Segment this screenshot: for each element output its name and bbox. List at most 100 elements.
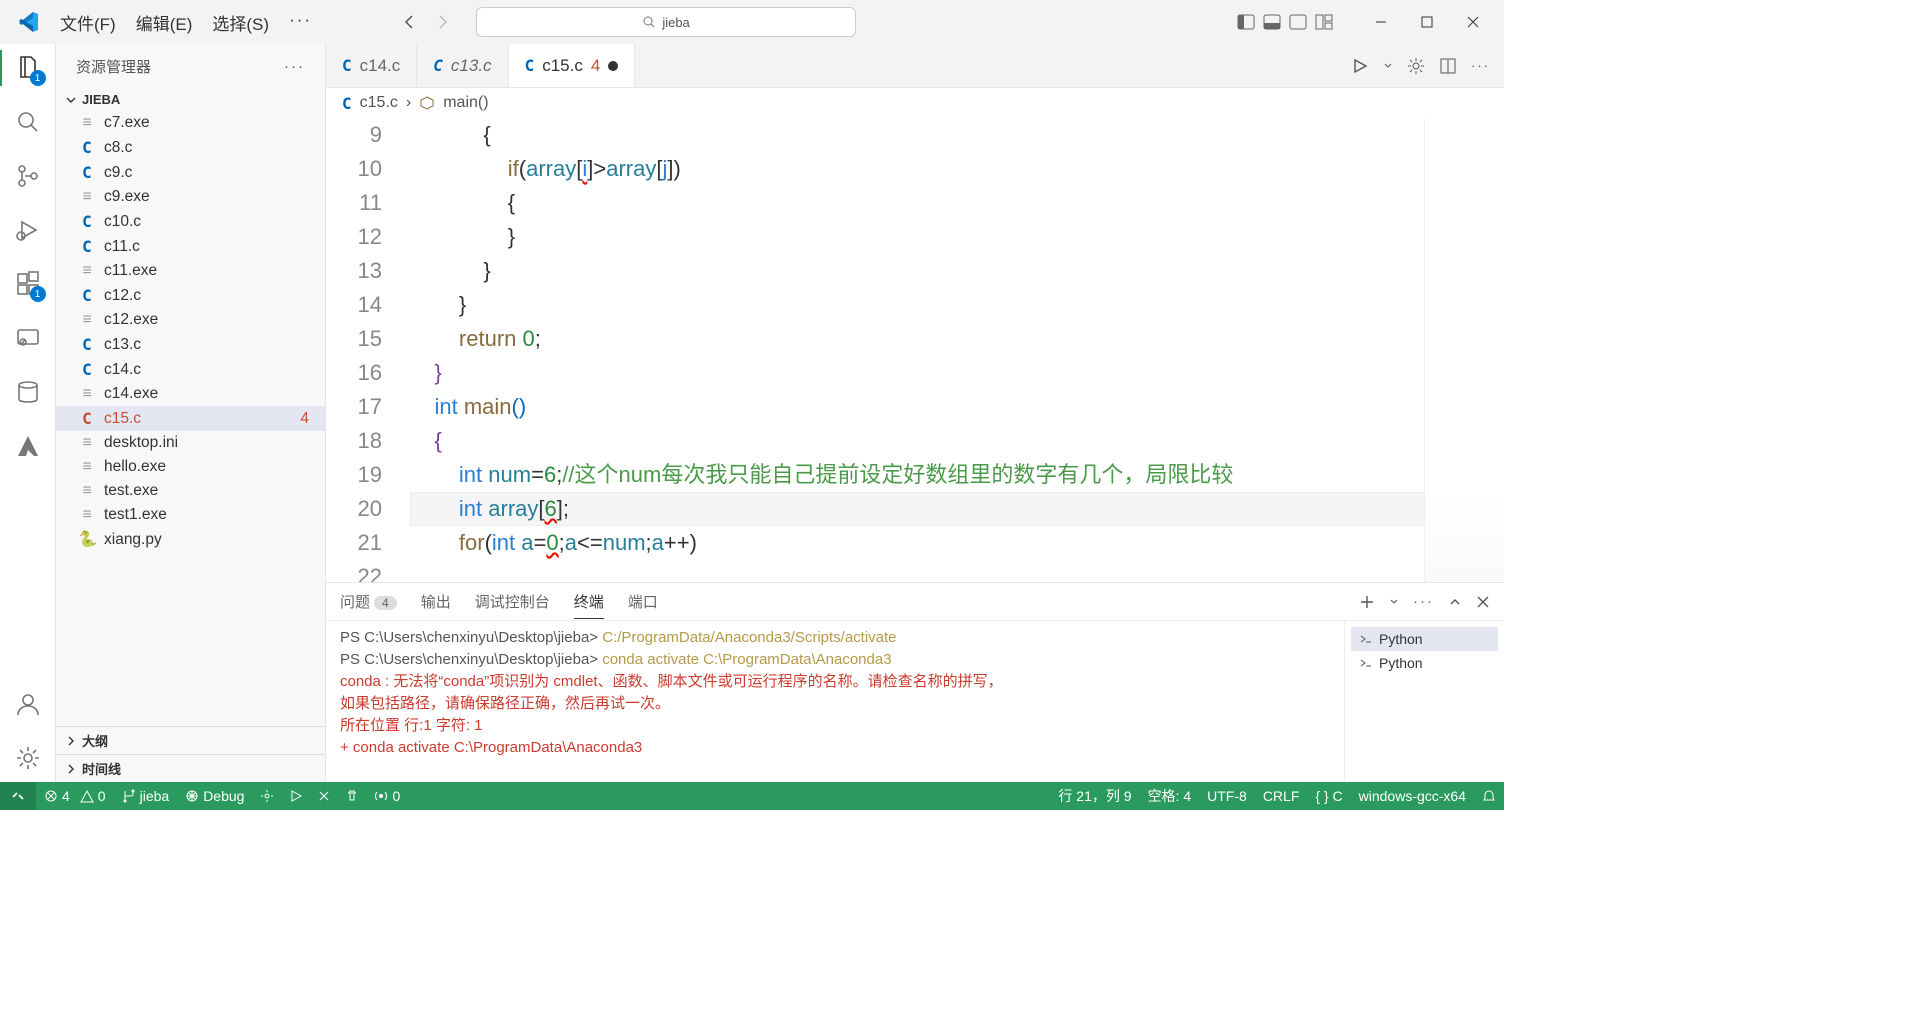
outline-section[interactable]: 大纲 bbox=[56, 726, 325, 754]
close-icon[interactable] bbox=[1450, 0, 1496, 44]
editor-tab[interactable]: Cc13.c bbox=[417, 44, 508, 87]
tab-more-icon[interactable]: ··· bbox=[1471, 58, 1490, 73]
minimap[interactable] bbox=[1424, 118, 1504, 582]
line-number: 16 bbox=[326, 356, 382, 390]
file-label: c12.c bbox=[104, 287, 141, 305]
activity-debug[interactable] bbox=[12, 214, 44, 246]
file-item[interactable]: Cc8.c bbox=[56, 135, 325, 160]
terminal-dropdown-icon[interactable] bbox=[1389, 597, 1399, 607]
activity-azure[interactable] bbox=[12, 430, 44, 462]
editor-tab[interactable]: Cc14.c bbox=[326, 44, 417, 87]
activity-scm[interactable] bbox=[12, 160, 44, 192]
status-trash-icon[interactable] bbox=[338, 790, 366, 802]
file-label: desktop.ini bbox=[104, 434, 178, 452]
terminal-output[interactable]: PS C:\Users\chenxinyu\Desktop\jieba> C:/… bbox=[326, 621, 1344, 782]
file-item[interactable]: ≡c7.exe bbox=[56, 111, 325, 135]
editor-group: Cc14.cCc13.cCc15.c4 ··· C c15.c › main()… bbox=[326, 44, 1504, 782]
file-label: c15.c bbox=[104, 410, 141, 428]
status-spaces[interactable]: 空格: 4 bbox=[1140, 786, 1200, 806]
file-item[interactable]: ≡test1.exe bbox=[56, 503, 325, 527]
panel-tab-terminal[interactable]: 终端 bbox=[574, 585, 604, 619]
sidebar-more-icon[interactable]: ··· bbox=[284, 58, 305, 75]
panel-tab-problems[interactable]: 问题4 bbox=[340, 585, 397, 618]
status-stop-icon[interactable] bbox=[310, 790, 338, 802]
status-errors[interactable]: 40 bbox=[36, 788, 114, 804]
status-radio[interactable]: 0 bbox=[366, 788, 408, 804]
status-debug[interactable]: Debug bbox=[177, 788, 252, 804]
panel-tab-ports[interactable]: 端口 bbox=[628, 585, 658, 618]
run-icon[interactable] bbox=[1351, 57, 1369, 75]
terminal-item[interactable]: Python bbox=[1351, 627, 1498, 651]
file-item[interactable]: Cc14.c bbox=[56, 357, 325, 382]
status-run-icon[interactable] bbox=[282, 790, 310, 802]
file-item[interactable]: Cc9.c bbox=[56, 160, 325, 185]
panel-more-icon[interactable]: ··· bbox=[1413, 593, 1434, 610]
activity-extensions[interactable]: 1 bbox=[12, 268, 44, 300]
file-item[interactable]: ≡test.exe bbox=[56, 479, 325, 503]
code-line: } bbox=[410, 220, 1504, 254]
timeline-section[interactable]: 时间线 bbox=[56, 754, 325, 782]
panel-tab-debug[interactable]: 调试控制台 bbox=[475, 585, 550, 618]
status-kit[interactable]: windows-gcc-x64 bbox=[1351, 786, 1474, 806]
run-dropdown-icon[interactable] bbox=[1383, 61, 1393, 71]
c-file-icon: C bbox=[342, 56, 352, 75]
toggle-panel-icon[interactable] bbox=[1262, 12, 1282, 32]
editor-tab[interactable]: Cc15.c4 bbox=[509, 44, 636, 87]
folder-section[interactable]: JIEBA bbox=[56, 88, 325, 111]
file-item[interactable]: Cc10.c bbox=[56, 209, 325, 234]
activity-account[interactable] bbox=[12, 688, 44, 720]
line-number: 9 bbox=[326, 118, 382, 152]
activity-remote[interactable] bbox=[12, 322, 44, 354]
nav-back-icon[interactable] bbox=[400, 12, 420, 32]
activity-database[interactable] bbox=[12, 376, 44, 408]
command-center[interactable]: jieba bbox=[476, 7, 856, 37]
menu-select[interactable]: 选择(S) bbox=[204, 6, 277, 39]
file-item[interactable]: ≡c11.exe bbox=[56, 259, 325, 283]
file-item[interactable]: ≡c9.exe bbox=[56, 185, 325, 209]
activity-settings[interactable] bbox=[12, 742, 44, 774]
file-label: c8.c bbox=[104, 139, 132, 157]
file-item[interactable]: ≡hello.exe bbox=[56, 455, 325, 479]
maximize-icon[interactable] bbox=[1404, 0, 1450, 44]
remote-indicator[interactable] bbox=[0, 782, 36, 810]
settings-gear-icon[interactable] bbox=[1407, 57, 1425, 75]
nav-forward-icon[interactable] bbox=[432, 12, 452, 32]
file-item[interactable]: Cc11.c bbox=[56, 234, 325, 259]
file-item[interactable]: ≡desktop.ini bbox=[56, 431, 325, 455]
panel-close-icon[interactable] bbox=[1476, 595, 1490, 609]
tab-row: Cc14.cCc13.cCc15.c4 ··· bbox=[326, 44, 1504, 88]
panel-tab-output[interactable]: 输出 bbox=[421, 585, 451, 618]
toggle-sidebar-right-icon[interactable] bbox=[1288, 12, 1308, 32]
status-encoding[interactable]: UTF-8 bbox=[1199, 786, 1255, 806]
status-branch[interactable]: jieba bbox=[114, 788, 178, 804]
terminal-item[interactable]: Python bbox=[1351, 651, 1498, 675]
activity-explorer[interactable]: 1 bbox=[12, 52, 44, 84]
file-item[interactable]: ≡c14.exe bbox=[56, 382, 325, 406]
new-terminal-icon[interactable] bbox=[1359, 594, 1375, 610]
status-position[interactable]: 行 21，列 9 bbox=[1050, 786, 1139, 806]
file-item[interactable]: 🐍xiang.py bbox=[56, 527, 325, 552]
menu-edit[interactable]: 编辑(E) bbox=[128, 6, 201, 39]
menu-more-icon[interactable]: ··· bbox=[281, 6, 320, 39]
status-language[interactable]: { } C bbox=[1307, 786, 1350, 806]
status-eol[interactable]: CRLF bbox=[1255, 786, 1308, 806]
minimize-icon[interactable] bbox=[1358, 0, 1404, 44]
titlebar: 文件(F) 编辑(E) 选择(S) ··· jieba bbox=[0, 0, 1504, 44]
code-editor[interactable]: 910111213141516171819202122 { if(array[i… bbox=[326, 118, 1504, 582]
file-item[interactable]: Cc13.c bbox=[56, 332, 325, 357]
customize-layout-icon[interactable] bbox=[1314, 12, 1334, 32]
toggle-sidebar-left-icon[interactable] bbox=[1236, 12, 1256, 32]
file-item[interactable]: ≡c12.exe bbox=[56, 308, 325, 332]
line-number: 15 bbox=[326, 322, 382, 356]
file-item[interactable]: Cc15.c4 bbox=[56, 406, 325, 431]
dirty-indicator-icon bbox=[608, 61, 618, 71]
breadcrumb[interactable]: C c15.c › main() bbox=[326, 88, 1504, 118]
file-item[interactable]: Cc12.c bbox=[56, 283, 325, 308]
status-settings-icon[interactable] bbox=[252, 789, 282, 803]
tab-label: c14.c bbox=[360, 56, 401, 76]
menu-file[interactable]: 文件(F) bbox=[52, 6, 124, 39]
activity-search[interactable] bbox=[12, 106, 44, 138]
status-bell-icon[interactable] bbox=[1474, 786, 1504, 806]
split-editor-icon[interactable] bbox=[1439, 57, 1457, 75]
panel-maximize-icon[interactable] bbox=[1448, 595, 1462, 609]
